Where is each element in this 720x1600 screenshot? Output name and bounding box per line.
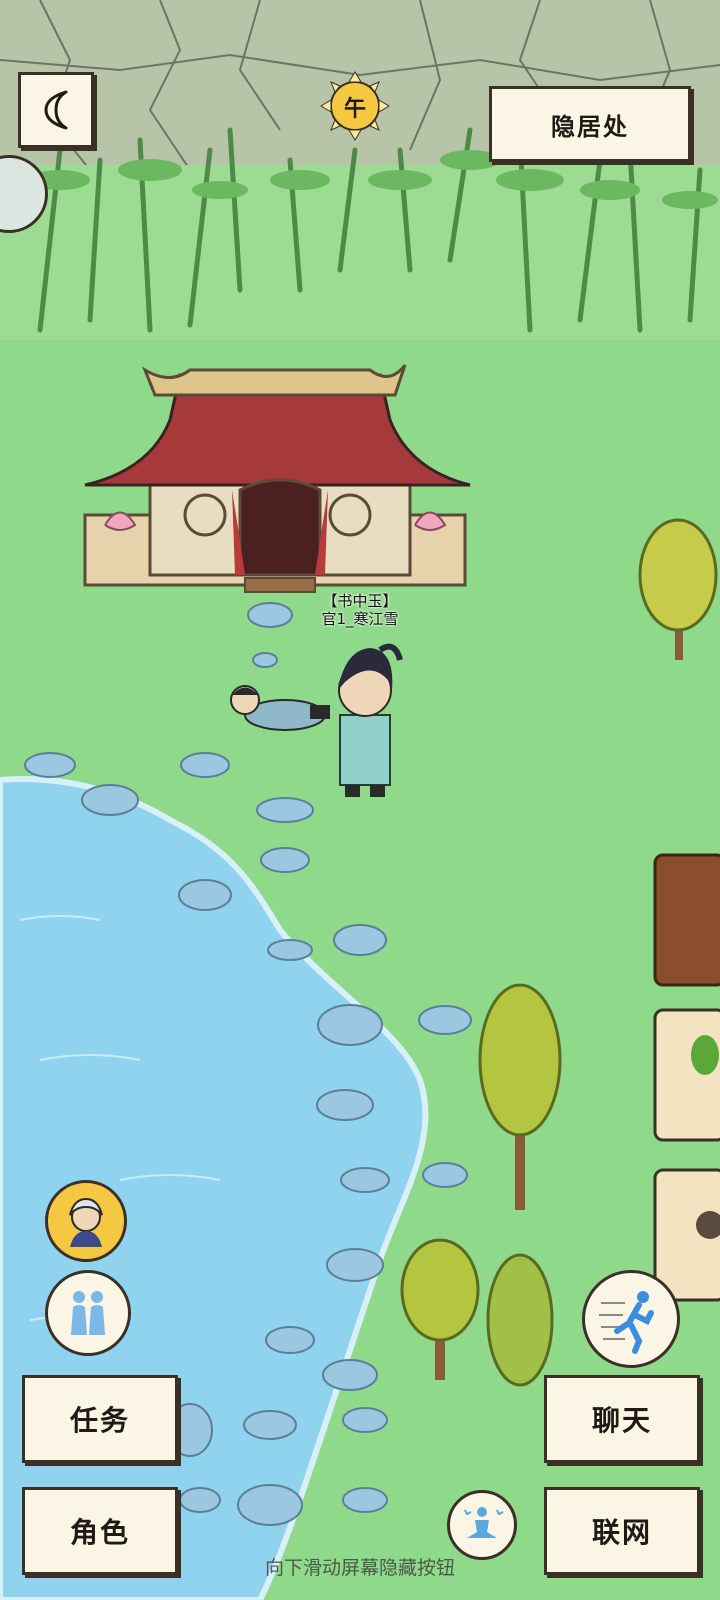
chat-label: 聊天 [591, 1404, 652, 1437]
run-icon [599, 1291, 654, 1354]
location-label: 隐居处 [489, 86, 691, 162]
back-button[interactable] [18, 72, 94, 148]
task-button[interactable]: 任务 [22, 1375, 178, 1463]
companion-avatar-icon [69, 1197, 103, 1247]
couple-button[interactable] [45, 1270, 131, 1356]
back-arrow-icon [44, 90, 68, 130]
character-title: 【书中玉】 [322, 592, 398, 610]
role-label: 角色 [69, 1516, 130, 1549]
player-character [338, 643, 403, 797]
time-of-day: 午 [343, 97, 366, 122]
meditate-button[interactable] [447, 1490, 517, 1560]
network-label: 联网 [591, 1516, 652, 1549]
location-name: 隐居处 [551, 112, 629, 141]
chat-button[interactable]: 聊天 [544, 1375, 700, 1463]
run-button[interactable] [582, 1270, 680, 1368]
character-name: 官1_寒江雪 [321, 610, 399, 628]
character-name-tag: 【书中玉】 官1_寒江雪 [290, 592, 430, 628]
herb-plot [653, 1008, 720, 1142]
meditate-icon [464, 1507, 504, 1538]
bush [486, 1253, 554, 1387]
companion-avatar-button[interactable] [45, 1180, 127, 1262]
couple-icon [71, 1291, 105, 1335]
farm-plot [653, 853, 720, 987]
task-label: 任务 [69, 1404, 130, 1437]
swipe-hint: 向下滑动屏幕隐藏按钮 [264, 1557, 455, 1579]
